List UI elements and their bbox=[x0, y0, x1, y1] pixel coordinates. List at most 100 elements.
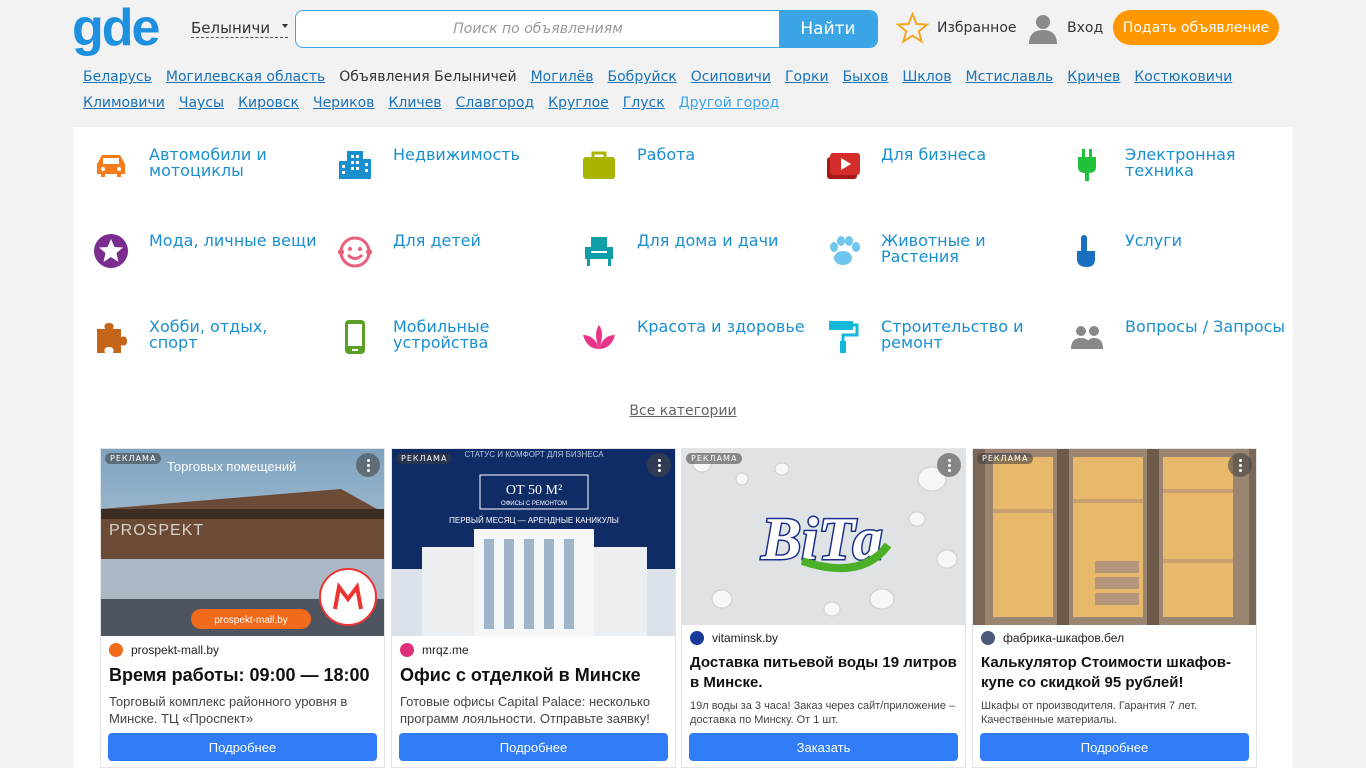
city-link[interactable]: Быхов bbox=[843, 64, 889, 90]
city-link[interactable]: Глуск bbox=[623, 90, 665, 116]
plug-icon bbox=[1069, 147, 1105, 183]
category-item[interactable]: Автомобили и мотоциклы bbox=[93, 147, 333, 207]
ad-image[interactable]: PROSPEKT Торговых помещений prospekt-mall.… bbox=[101, 449, 384, 636]
city-link[interactable]: Другой город bbox=[679, 90, 780, 116]
ad-source-domain: фабрика-шкафов.бел bbox=[1003, 631, 1125, 645]
city-link[interactable]: Горки bbox=[785, 64, 829, 90]
more-options-icon[interactable] bbox=[356, 453, 380, 477]
ad-source-domain: vitaminsk.by bbox=[712, 631, 779, 645]
category-label: Недвижимость bbox=[393, 145, 520, 164]
ad-source[interactable]: prospekt-mall.by bbox=[109, 643, 219, 657]
ad-card[interactable]: PROSPEKT Торговых помещений prospekt-mall.… bbox=[100, 448, 385, 768]
category-item[interactable]: Недвижимость bbox=[337, 147, 577, 207]
category-item[interactable]: Красота и здоровье bbox=[581, 319, 821, 379]
category-label: Красота и здоровье bbox=[637, 317, 805, 336]
ad-cta-button[interactable]: Подробнее bbox=[399, 733, 668, 761]
category-item[interactable]: Хобби, отдых, спорт bbox=[93, 319, 333, 379]
all-categories-link[interactable]: Все категории bbox=[73, 403, 1293, 419]
site-logo[interactable]: gde bbox=[72, 2, 160, 54]
city-link[interactable]: Кличев bbox=[388, 90, 441, 116]
search-input[interactable] bbox=[296, 11, 780, 47]
ad-title[interactable]: Доставка питьевой воды 19 литров в Минск… bbox=[690, 653, 960, 693]
city-link[interactable]: Могилёв bbox=[531, 64, 594, 90]
ad-description: Шкафы от производителя. Гарантия 7 лет. … bbox=[981, 700, 1198, 726]
category-label: Работа bbox=[637, 145, 696, 164]
car-icon bbox=[93, 147, 129, 183]
favorites-link[interactable]: Избранное bbox=[896, 12, 1017, 44]
smile-icon bbox=[337, 233, 373, 269]
city-selector-label: Белыничи bbox=[191, 19, 271, 37]
ad-image[interactable] bbox=[973, 449, 1256, 625]
category-item[interactable]: Электронная техника bbox=[1069, 147, 1309, 207]
ad-description: Готовые офисы Capital Palace: несколько … bbox=[400, 694, 651, 726]
ad-source[interactable]: vitaminsk.by bbox=[690, 631, 778, 645]
building-icon bbox=[337, 147, 373, 183]
login-link[interactable]: Вход bbox=[1027, 12, 1103, 44]
ad-cta-button[interactable]: Подробнее bbox=[980, 733, 1249, 761]
city-link[interactable]: Чериков bbox=[313, 90, 374, 116]
hand-icon bbox=[1069, 233, 1105, 269]
all-categories-label: Все категории bbox=[629, 403, 737, 419]
user-icon bbox=[1029, 15, 1057, 44]
category-item[interactable]: Работа bbox=[581, 147, 821, 207]
svg-text:PROSPEKT: PROSPEKT bbox=[109, 522, 204, 539]
ad-title[interactable]: Время работы: 09:00 — 18:00 bbox=[109, 663, 379, 687]
city-link: Объявления Белыничей bbox=[339, 69, 517, 85]
ad-card[interactable]: СТАТУС И КОМФОРТ ДЛЯ БИЗНЕСА ОТ 50 М² ОФИС… bbox=[391, 448, 676, 768]
category-item[interactable]: Животные и Растения bbox=[825, 233, 1065, 293]
ad-source-domain: mrqz.me bbox=[422, 643, 469, 657]
city-link[interactable]: Бобруйск bbox=[608, 64, 677, 90]
category-item[interactable]: Для детей bbox=[337, 233, 577, 293]
city-links: Беларусь Могилевская область Объявления Бе… bbox=[83, 64, 1293, 116]
post-ad-button[interactable]: Подать объявление bbox=[1113, 10, 1279, 45]
city-selector[interactable]: Белыничи bbox=[191, 19, 289, 38]
city-link[interactable]: Чаусы bbox=[179, 90, 224, 116]
ad-card[interactable]: РЕКЛАМА фабрика-шкафов.бел Калькулятор Сто… bbox=[972, 448, 1257, 768]
ad-title[interactable]: Офис с отделкой в Минске bbox=[400, 663, 670, 687]
category-label: Животные и Растения bbox=[881, 231, 986, 266]
category-item[interactable]: Вопросы / Запросы bbox=[1069, 319, 1309, 379]
source-favicon-icon bbox=[981, 631, 995, 645]
city-link[interactable]: Костюковичи bbox=[1134, 64, 1232, 90]
ad-label: РЕКЛАМА bbox=[105, 453, 162, 464]
category-item[interactable]: Для бизнеса bbox=[825, 147, 1065, 207]
paw-icon bbox=[825, 233, 861, 269]
city-link[interactable]: Кричев bbox=[1067, 64, 1120, 90]
source-favicon-icon bbox=[690, 631, 704, 645]
more-options-icon[interactable] bbox=[647, 453, 671, 477]
search-box: Найти bbox=[295, 10, 878, 48]
category-item[interactable]: Услуги bbox=[1069, 233, 1309, 293]
city-link[interactable]: Круглое bbox=[548, 90, 609, 116]
city-link[interactable]: Беларусь bbox=[83, 64, 152, 90]
category-item[interactable]: Для дома и дачи bbox=[581, 233, 821, 293]
ad-title[interactable]: Калькулятор Стоимости шкафов-купе со ски… bbox=[981, 653, 1251, 693]
more-options-icon[interactable] bbox=[1228, 453, 1252, 477]
svg-text:ПЕРВЫЙ МЕСЯЦ — АРЕНДНЫЕ КАНИКУ: ПЕРВЫЙ МЕСЯЦ — АРЕНДНЫЕ КАНИКУЛЫ bbox=[449, 516, 619, 525]
city-link[interactable]: Шклов bbox=[902, 64, 951, 90]
svg-text:СТАТУС И КОМФОРТ ДЛЯ БИЗНЕСА: СТАТУС И КОМФОРТ ДЛЯ БИЗНЕСА bbox=[464, 450, 604, 459]
ad-image[interactable]: СТАТУС И КОМФОРТ ДЛЯ БИЗНЕСА ОТ 50 М² ОФИС… bbox=[392, 449, 675, 636]
more-options-icon[interactable] bbox=[937, 453, 961, 477]
ad-image[interactable]: ВіТа bbox=[682, 449, 965, 625]
ad-source[interactable]: mrqz.me bbox=[400, 643, 469, 657]
city-link[interactable]: Климовичи bbox=[83, 90, 165, 116]
armchair-icon bbox=[581, 233, 617, 269]
city-link[interactable]: Мстиславль bbox=[966, 64, 1054, 90]
city-link[interactable]: Кировск bbox=[238, 90, 299, 116]
ad-card[interactable]: ВіТа РЕКЛАМА vitaminsk.by Доставка питьевой… bbox=[681, 448, 966, 768]
category-item[interactable]: Мобильные устройства bbox=[337, 319, 577, 379]
chevron-down-icon bbox=[282, 24, 289, 28]
category-item[interactable]: Строительство и ремонт bbox=[825, 319, 1065, 379]
ad-cta-button[interactable]: Подробнее bbox=[108, 733, 377, 761]
city-link[interactable]: Могилевская область bbox=[166, 64, 325, 90]
category-item[interactable]: Мода, личные вещи bbox=[93, 233, 333, 293]
category-label: Строительство и ремонт bbox=[881, 317, 1024, 352]
city-link[interactable]: Славгород bbox=[456, 90, 535, 116]
ad-label: РЕКЛАМА bbox=[396, 453, 453, 464]
city-link[interactable]: Осиповичи bbox=[691, 64, 771, 90]
category-label: Хобби, отдых, спорт bbox=[149, 317, 268, 352]
ad-cta-button[interactable]: Заказать bbox=[689, 733, 958, 761]
ad-source[interactable]: фабрика-шкафов.бел bbox=[981, 631, 1124, 645]
search-button[interactable]: Найти bbox=[779, 11, 877, 47]
paint-roller-icon bbox=[825, 319, 861, 355]
